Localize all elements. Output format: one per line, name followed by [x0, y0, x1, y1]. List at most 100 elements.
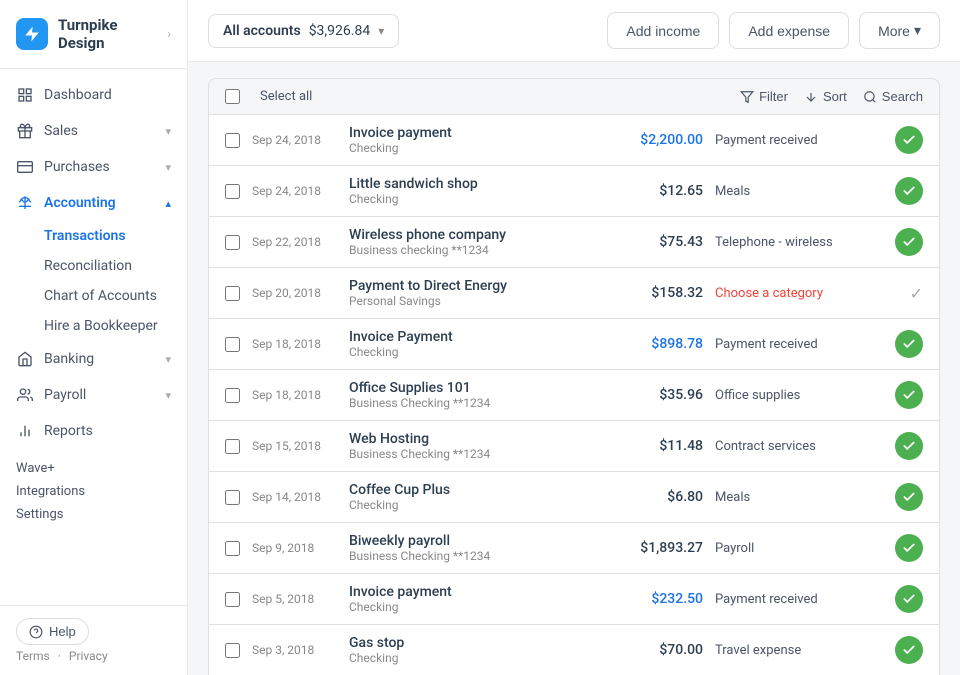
chevron-down-icon: ▾: [165, 125, 171, 138]
row-checkbox[interactable]: [225, 592, 240, 607]
transaction-name: Coffee Cup Plus: [349, 482, 601, 498]
row-checkbox[interactable]: [225, 286, 240, 301]
transaction-date: Sep 14, 2018: [252, 490, 337, 504]
transaction-category: Meals: [715, 184, 875, 199]
row-checkbox[interactable]: [225, 235, 240, 250]
sidebar-wave-plus[interactable]: Wave+: [0, 457, 187, 480]
transaction-status: [887, 483, 923, 511]
transaction-info: Invoice payment Checking: [349, 584, 601, 614]
transaction-info: Invoice Payment Checking: [349, 329, 601, 359]
sidebar-item-label: Sales: [44, 123, 78, 139]
status-done-icon: [895, 585, 923, 613]
table-row: Sep 24, 2018 Invoice payment Checking $2…: [208, 115, 940, 166]
transaction-info: Little sandwich shop Checking: [349, 176, 601, 206]
list-header-actions: Filter Sort Search: [740, 89, 923, 104]
status-done-icon: [895, 483, 923, 511]
sidebar-item-label: Purchases: [44, 159, 110, 175]
sidebar-item-label: Banking: [44, 351, 94, 367]
transaction-category[interactable]: Choose a category: [715, 286, 875, 301]
transaction-date: Sep 18, 2018: [252, 388, 337, 402]
sidebar-item-dashboard[interactable]: Dashboard: [0, 77, 187, 113]
sidebar-integrations[interactable]: Integrations: [0, 480, 187, 503]
select-all-checkbox[interactable]: [225, 89, 240, 104]
table-row: Sep 5, 2018 Invoice payment Checking $23…: [208, 574, 940, 625]
add-income-button[interactable]: Add income: [607, 12, 719, 49]
transaction-date: Sep 3, 2018: [252, 643, 337, 657]
transaction-account: Checking: [349, 192, 601, 206]
subnav-reconciliation[interactable]: Reconciliation: [44, 251, 187, 281]
sidebar-item-payroll[interactable]: Payroll ▾: [0, 377, 187, 413]
terms-link[interactable]: Terms: [16, 649, 50, 663]
bar-chart-icon: [16, 422, 34, 440]
transaction-amount: $1,893.27: [613, 540, 703, 556]
status-done-icon: [895, 177, 923, 205]
sidebar-settings[interactable]: Settings: [0, 503, 187, 526]
sidebar-item-label: Payroll: [44, 387, 86, 403]
account-selector[interactable]: All accounts $3,926.84 ▾: [208, 14, 399, 48]
sidebar-item-banking[interactable]: Banking ▾: [0, 341, 187, 377]
logo-icon: [16, 18, 48, 50]
transaction-info: Gas stop Checking: [349, 635, 601, 665]
row-checkbox[interactable]: [225, 133, 240, 148]
sidebar-item-purchases[interactable]: Purchases ▾: [0, 149, 187, 185]
sidebar-logo[interactable]: Turnpike Design ›: [0, 0, 187, 69]
subnav-chart-of-accounts[interactable]: Chart of Accounts: [44, 281, 187, 311]
transaction-amount: $2,200.00: [613, 132, 703, 148]
transaction-info: Web Hosting Business Checking **1234: [349, 431, 601, 461]
transaction-category: Telephone - wireless: [715, 235, 875, 250]
transaction-date: Sep 15, 2018: [252, 439, 337, 453]
row-checkbox[interactable]: [225, 541, 240, 556]
credit-card-icon: [16, 158, 34, 176]
filter-icon: [740, 90, 754, 104]
transaction-list: Sep 24, 2018 Invoice payment Checking $2…: [208, 115, 940, 675]
row-checkbox[interactable]: [225, 388, 240, 403]
sidebar-footer-links: Terms · Privacy: [16, 649, 171, 663]
company-name: Turnpike Design: [58, 16, 157, 52]
more-button[interactable]: More ▾: [859, 12, 940, 49]
table-row: Sep 18, 2018 Invoice Payment Checking $8…: [208, 319, 940, 370]
row-checkbox[interactable]: [225, 439, 240, 454]
transaction-account: Business checking **1234: [349, 243, 601, 257]
sidebar-item-accounting[interactable]: Accounting ▴: [0, 185, 187, 221]
more-label: More: [878, 23, 910, 39]
row-checkbox[interactable]: [225, 184, 240, 199]
transaction-account: Personal Savings: [349, 294, 601, 308]
transaction-status: [887, 330, 923, 358]
transaction-status: [887, 126, 923, 154]
sidebar-item-reports[interactable]: Reports: [0, 413, 187, 449]
status-pending-icon: ✓: [910, 284, 923, 303]
row-checkbox[interactable]: [225, 490, 240, 505]
transaction-account: Checking: [349, 498, 601, 512]
transaction-info: Invoice payment Checking: [349, 125, 601, 155]
row-checkbox[interactable]: [225, 337, 240, 352]
transaction-amount: $12.65: [613, 183, 703, 199]
scale-icon: [16, 194, 34, 212]
sidebar-item-label: Dashboard: [44, 87, 112, 103]
sort-button[interactable]: Sort: [804, 89, 847, 104]
transaction-category: Travel expense: [715, 643, 875, 658]
filter-button[interactable]: Filter: [740, 89, 788, 104]
sidebar-item-label: Accounting: [44, 195, 116, 211]
transaction-name: Gas stop: [349, 635, 601, 651]
grid-icon: [16, 86, 34, 104]
transaction-name: Office Supplies 101: [349, 380, 601, 396]
transaction-account: Checking: [349, 651, 601, 665]
subnav-transactions[interactable]: Transactions: [44, 221, 187, 251]
transaction-account: Business Checking **1234: [349, 549, 601, 563]
add-expense-button[interactable]: Add expense: [729, 12, 849, 49]
transaction-category: Payment received: [715, 337, 875, 352]
privacy-link[interactable]: Privacy: [69, 649, 108, 663]
top-actions: Add income Add expense More ▾: [607, 12, 940, 49]
status-done-icon: [895, 126, 923, 154]
separator: ·: [58, 649, 61, 663]
search-button[interactable]: Search: [863, 89, 923, 104]
subnav-hire-bookkeeper[interactable]: Hire a Bookkeeper: [44, 311, 187, 341]
row-checkbox[interactable]: [225, 643, 240, 658]
sidebar-item-sales[interactable]: Sales ▾: [0, 113, 187, 149]
account-balance: $3,926.84: [309, 23, 371, 39]
transaction-category: Payroll: [715, 541, 875, 556]
transaction-date: Sep 20, 2018: [252, 286, 337, 300]
more-chevron-icon: ▾: [914, 22, 921, 39]
users-icon: [16, 386, 34, 404]
help-button[interactable]: Help: [16, 618, 89, 645]
